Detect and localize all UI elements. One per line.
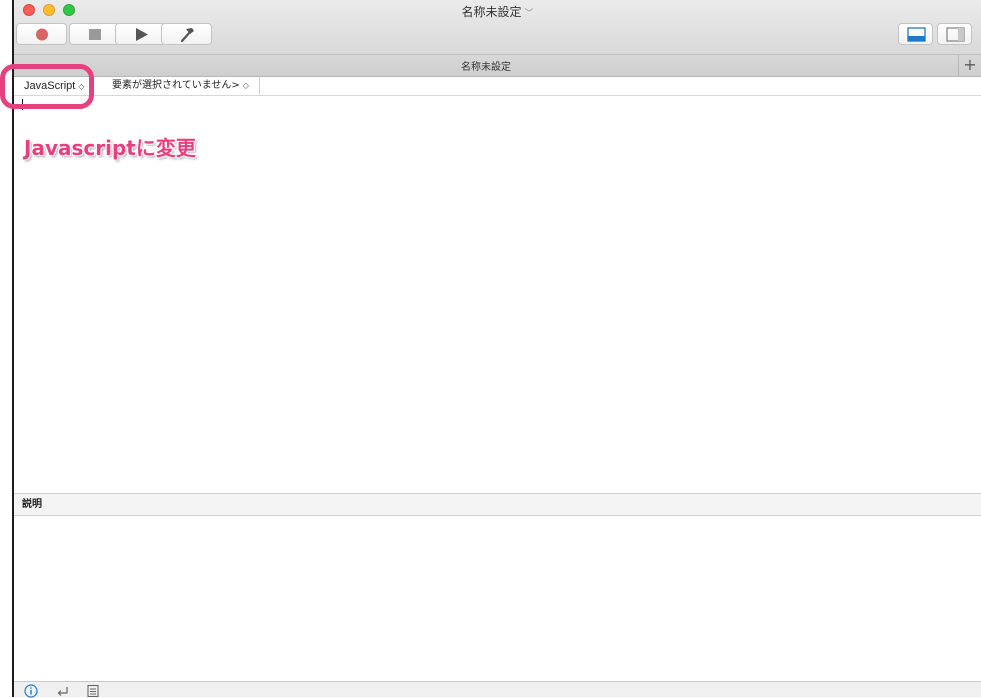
side-pane-icon <box>946 27 965 42</box>
bottom-pane-icon <box>907 27 926 42</box>
run-button[interactable] <box>115 23 166 45</box>
stop-icon <box>89 29 101 40</box>
description-header: 説明 <box>14 493 981 516</box>
title-bar: 名称未設定 ﹀ <box>14 0 981 55</box>
play-icon <box>136 28 148 41</box>
return-icon[interactable] <box>56 684 70 698</box>
element-selector[interactable]: 要素が選択されていません> ◇ <box>100 77 260 95</box>
log-icon[interactable] <box>86 684 100 698</box>
bottom-bar <box>14 681 981 698</box>
show-side-pane-button[interactable] <box>937 23 972 45</box>
navigation-bar: JavaScript ◇ 要素が選択されていません> ◇ <box>14 77 981 96</box>
title-chevron-icon: ﹀ <box>524 9 534 19</box>
element-selector-label: 要素が選択されていません> <box>112 80 240 91</box>
show-bottom-pane-button[interactable] <box>898 23 933 45</box>
compile-button[interactable] <box>161 23 212 45</box>
annotation-label: Javascriptに変更 <box>24 136 196 160</box>
description-body[interactable] <box>14 517 981 680</box>
tab-document[interactable]: 名称未設定 <box>14 58 958 73</box>
window-title[interactable]: 名称未設定 ﹀ <box>14 3 981 20</box>
updown-chevron-icon: ◇ <box>242 81 249 90</box>
script-editor-window: 名称未設定 ﹀ 名称未設定 + JavaScript ◇ 要素が選択されていませ… <box>14 0 981 698</box>
stop-button[interactable] <box>69 23 120 45</box>
annotation-highlight-ring <box>0 64 94 109</box>
tab-bar: 名称未設定 + <box>14 55 981 77</box>
hammer-icon <box>180 28 194 43</box>
info-icon[interactable] <box>24 684 38 698</box>
window-title-text: 名称未設定 <box>461 5 522 19</box>
record-icon <box>36 28 48 41</box>
add-tab-button[interactable]: + <box>958 55 981 76</box>
record-button[interactable] <box>16 23 67 45</box>
